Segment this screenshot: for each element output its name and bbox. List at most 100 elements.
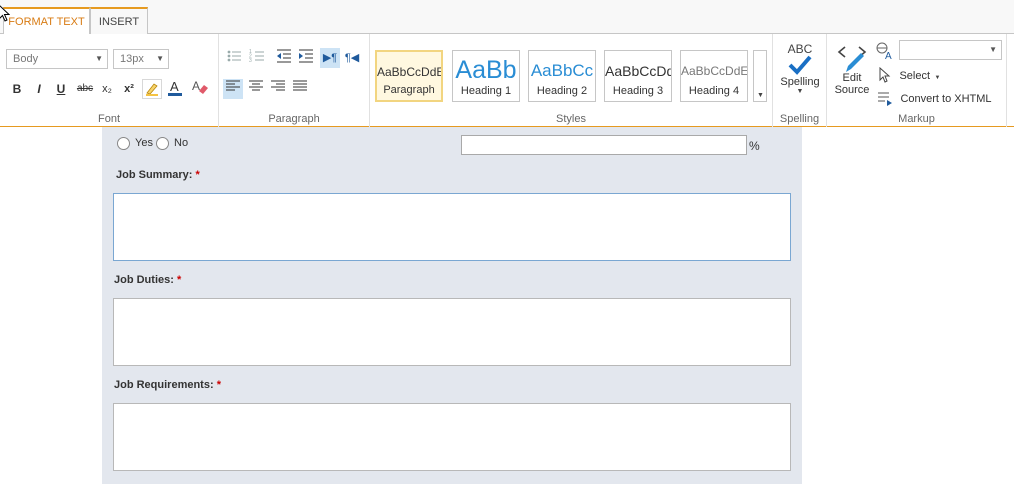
style-sample: AaBbCcDdE (681, 64, 747, 78)
paragraph-group: 123 ▶¶ ¶◀ Paragraph (219, 34, 370, 127)
highlight-button[interactable] (142, 79, 162, 99)
bullet-list-button[interactable] (224, 48, 244, 68)
style-heading-4[interactable]: AaBbCcDdE Heading 4 (680, 50, 748, 102)
ltr-icon: ▶¶ (322, 52, 338, 64)
mouse-cursor-icon (0, 5, 10, 22)
align-left-button[interactable] (223, 79, 243, 99)
font-size-value: 13px (120, 53, 144, 65)
font-group: Body ▼ 13px ▼ B I U abc x₂ x² A A Font (0, 34, 219, 127)
select-button[interactable]: Select ▼ (879, 66, 940, 84)
job-requirements-textarea[interactable] (113, 403, 791, 471)
tab-insert[interactable]: INSERT (90, 7, 148, 35)
svg-text:A: A (170, 79, 179, 94)
numbered-list-icon: 123 (249, 49, 264, 64)
radio-no-label: No (174, 137, 189, 149)
language-dropdown[interactable]: ▼ (899, 40, 1002, 60)
job-duties-label: Job Duties: * (114, 274, 181, 286)
percent-sign: % (749, 139, 760, 153)
job-duties-label-text: Job Duties: (114, 274, 174, 286)
markup-group-label: Markup (898, 113, 935, 125)
convert-icon (878, 92, 892, 106)
required-marker: * (216, 379, 221, 391)
eraser-icon: A (192, 79, 208, 94)
font-color-icon: A (168, 79, 182, 96)
align-center-button[interactable] (246, 79, 266, 99)
numbered-list-button[interactable]: 123 (247, 48, 267, 68)
style-name: Heading 2 (536, 85, 588, 97)
radio-yes-label: Yes (135, 137, 153, 149)
spelling-group: ABC Spelling ▼ Spelling (773, 34, 827, 127)
style-sample: AaBb (455, 56, 517, 84)
increase-indent-button[interactable] (296, 48, 316, 68)
percent-input[interactable] (461, 135, 747, 155)
style-sample: AaBbCcDdE (377, 65, 441, 79)
radio-no[interactable] (156, 137, 169, 150)
svg-text:A: A (192, 79, 200, 93)
styles-group-label: Styles (556, 113, 586, 125)
spelling-button-label: Spelling (780, 76, 820, 88)
font-name-value: Body (13, 53, 39, 65)
style-name: Heading 1 (460, 85, 512, 97)
font-color-button[interactable]: A (165, 79, 185, 99)
chevron-down-icon: ▼ (796, 88, 804, 95)
job-duties-textarea[interactable] (113, 298, 791, 366)
font-group-label: Font (97, 113, 120, 125)
style-heading-2[interactable]: AaBbCc Heading 2 (528, 50, 596, 102)
job-summary-textarea[interactable] (113, 193, 791, 261)
italic-button[interactable]: I (29, 79, 49, 99)
align-right-button[interactable] (268, 79, 288, 99)
language-icon: A (876, 42, 894, 65)
font-size-dropdown[interactable]: 13px ▼ (113, 49, 169, 69)
job-summary-label: Job Summary: * (116, 169, 200, 181)
svg-text:A: A (885, 51, 892, 60)
convert-xhtml-button[interactable]: Convert to XHTML (877, 89, 992, 107)
ltr-button[interactable]: ▶¶ (320, 48, 340, 68)
edit-source-button[interactable]: Edit Source (831, 42, 873, 104)
bullet-list-icon (227, 50, 241, 62)
style-paragraph[interactable]: AaBbCcDdE Paragraph (375, 50, 443, 102)
style-heading-1[interactable]: AaBb Heading 1 (452, 50, 520, 102)
justify-button[interactable] (290, 79, 310, 99)
font-name-dropdown[interactable]: Body ▼ (6, 49, 108, 69)
edit-source-icon (837, 46, 867, 72)
spelling-button[interactable]: ABC Spelling ▼ (776, 42, 824, 106)
edit-source-label-line1: Edit (842, 72, 862, 84)
job-requirements-label-text: Job Requirements: (114, 379, 214, 391)
ribbon: Body ▼ 13px ▼ B I U abc x₂ x² A A Font 1… (0, 34, 1014, 127)
ribbon-tab-strip: FORMAT TEXT INSERT (0, 0, 1014, 35)
highlighter-icon (146, 83, 158, 96)
styles-group: AaBbCcDdE Paragraph AaBb Heading 1 AaBbC… (370, 34, 773, 127)
underline-button[interactable]: U (51, 79, 71, 99)
svg-text:3: 3 (249, 58, 252, 64)
clear-format-button[interactable]: A (191, 79, 211, 99)
outdent-icon (277, 49, 291, 63)
bold-button[interactable]: B (7, 79, 27, 99)
markup-group: Edit Source A ▼ Select ▼ Convert to XHTM… (827, 34, 1007, 127)
align-center-icon (249, 80, 263, 91)
checkmark-icon (788, 55, 812, 75)
job-requirements-label: Job Requirements: * (114, 379, 221, 391)
rtl-button[interactable]: ¶◀ (342, 48, 362, 68)
style-name: Heading 4 (688, 85, 740, 97)
strikethrough-button[interactable]: abc (74, 79, 96, 99)
styles-more-button[interactable]: ▼ (753, 50, 767, 102)
justify-icon (293, 80, 307, 91)
decrease-indent-button[interactable] (274, 48, 294, 68)
chevron-down-icon: ▼ (989, 45, 997, 54)
chevron-down-icon: ▼ (95, 54, 103, 63)
job-summary-label-text: Job Summary: (116, 169, 193, 181)
style-sample: AaBbCcDd (605, 63, 671, 79)
style-sample: AaBbCc (530, 61, 594, 80)
convert-xhtml-label: Convert to XHTML (900, 93, 992, 105)
style-heading-3[interactable]: AaBbCcDd Heading 3 (604, 50, 672, 102)
spelling-group-label: Spelling (779, 113, 820, 125)
subscript-button[interactable]: x₂ (97, 79, 117, 99)
align-right-icon (271, 80, 285, 91)
chevron-down-icon: ▼ (156, 54, 164, 63)
rtl-icon: ¶◀ (344, 52, 360, 64)
tab-format-text[interactable]: FORMAT TEXT (3, 7, 90, 35)
job-form: Yes No % Job Summary: * Job Duties: * Jo… (102, 127, 802, 484)
pointer-icon (879, 66, 891, 83)
superscript-button[interactable]: x² (119, 79, 139, 99)
radio-yes[interactable] (117, 137, 130, 150)
